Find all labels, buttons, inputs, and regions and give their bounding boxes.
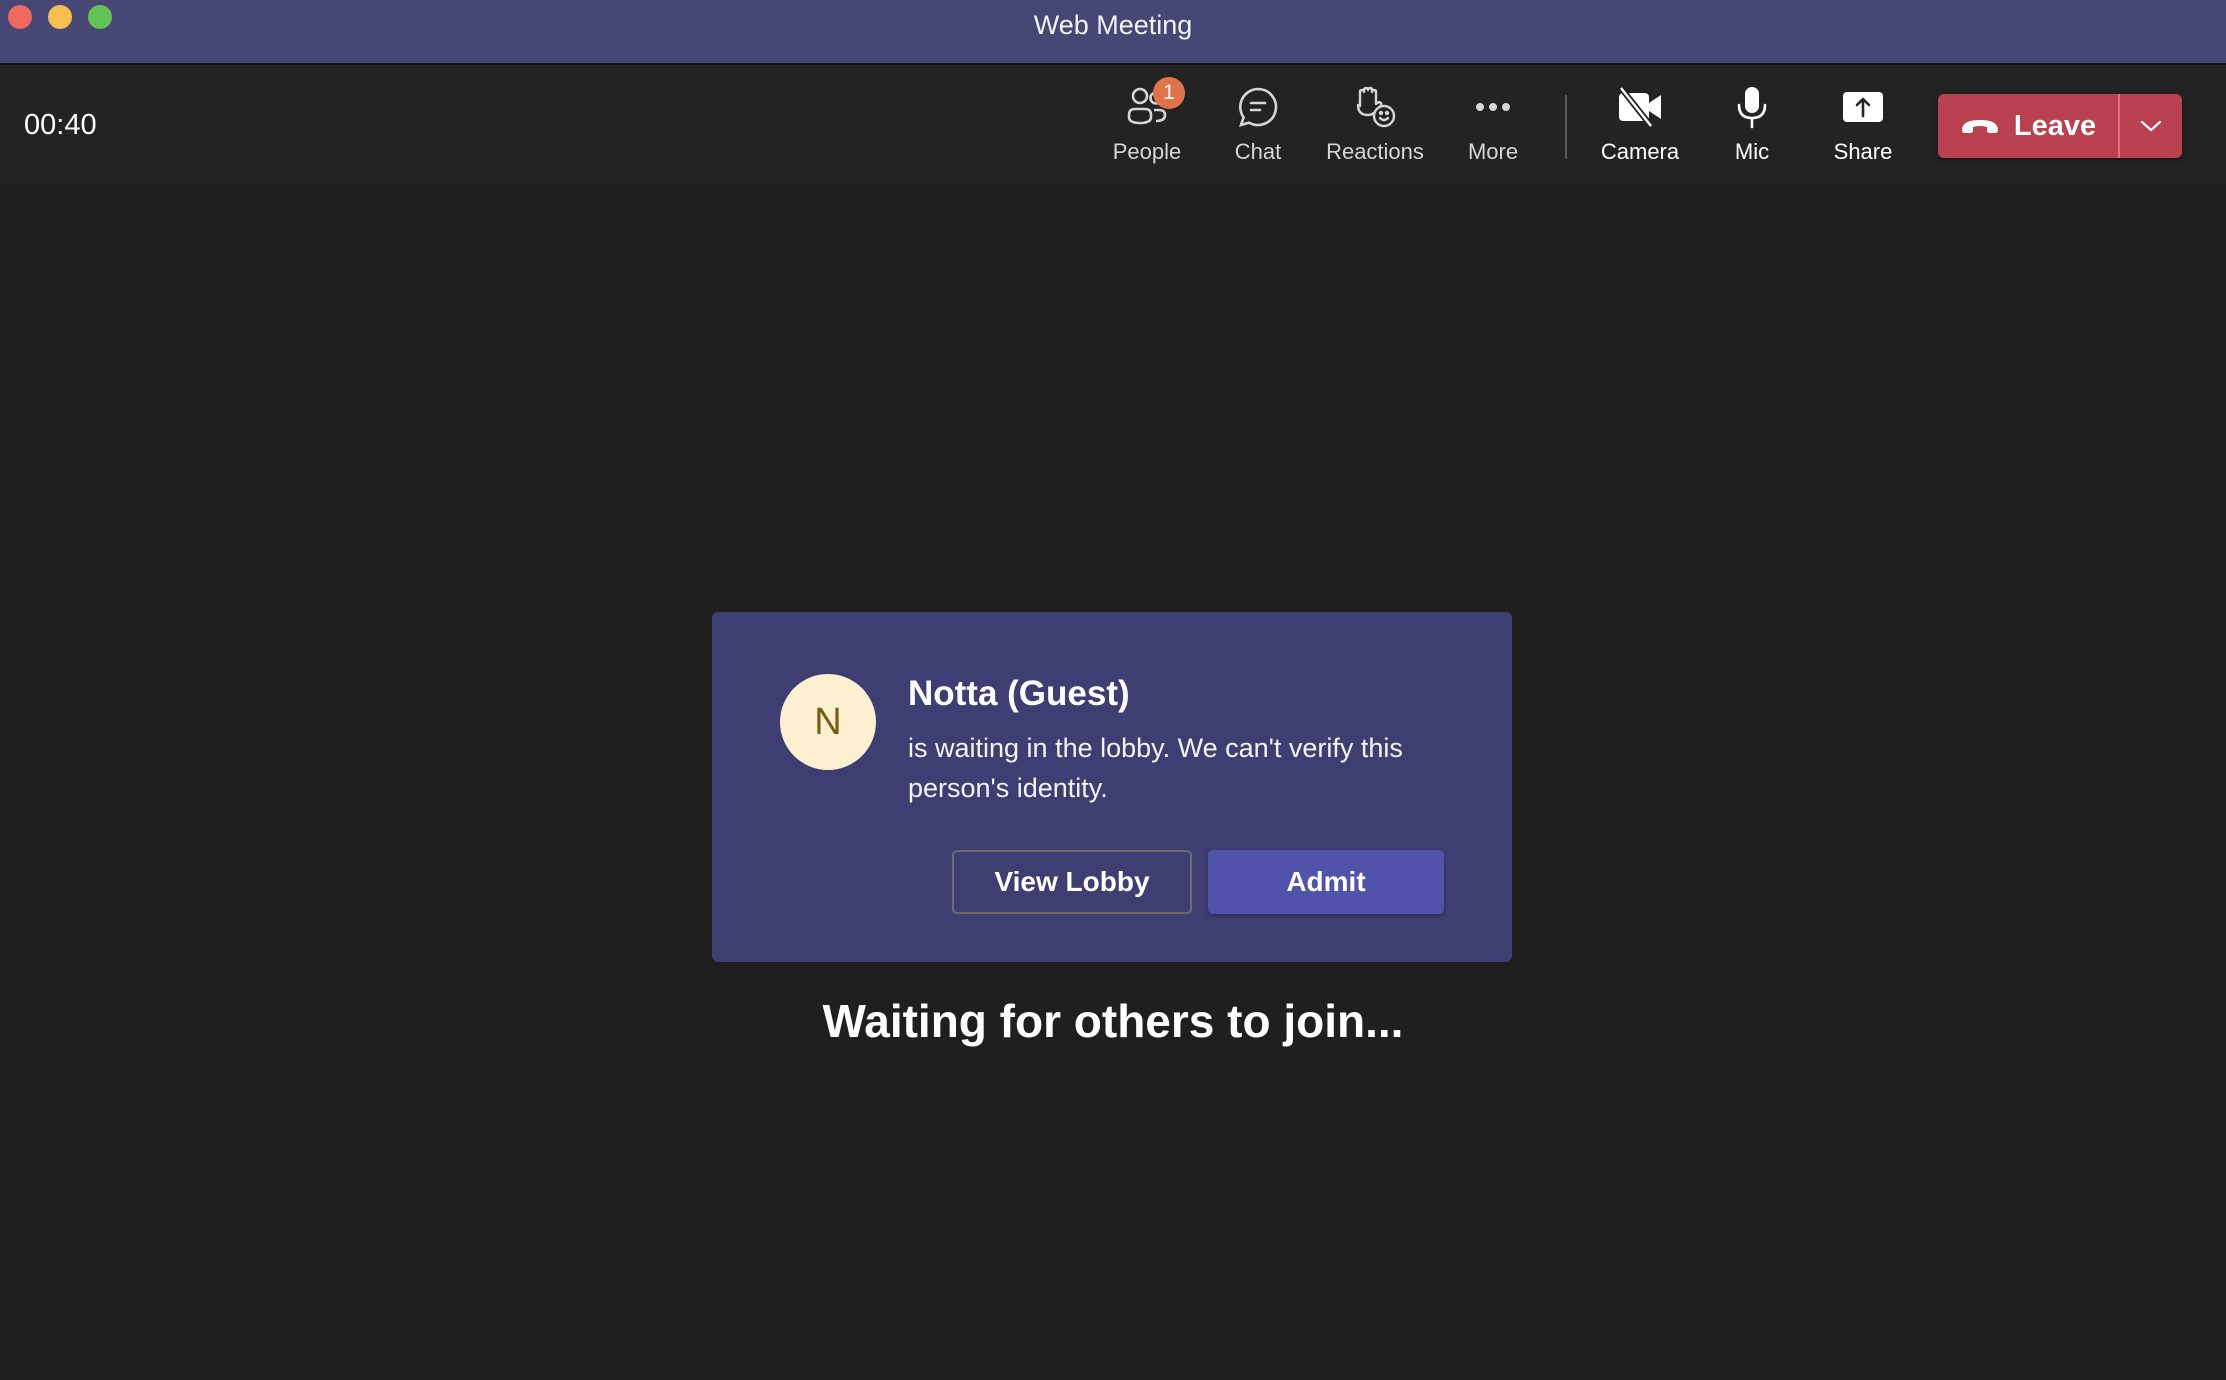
lobby-notification-card: N Notta (Guest) is waiting in the lobby.… — [712, 612, 1512, 962]
mic-label: Mic — [1734, 139, 1770, 164]
people-button[interactable]: 1 People — [1087, 77, 1207, 173]
guest-name: Notta (Guest) — [908, 674, 1130, 713]
camera-label: Camera — [1600, 139, 1680, 164]
camera-off-icon — [1616, 83, 1664, 131]
window-title: Web Meeting — [1033, 10, 1193, 40]
people-badge: 1 — [1153, 77, 1185, 109]
mic-button[interactable]: Mic — [1692, 83, 1812, 173]
share-button[interactable]: Share — [1803, 83, 1923, 173]
guest-avatar: N — [780, 674, 876, 770]
people-icon: 1 — [1123, 77, 1185, 131]
mic-icon — [1728, 83, 1776, 131]
reactions-label: Reactions — [1326, 139, 1424, 164]
camera-button[interactable]: Camera — [1580, 83, 1700, 173]
meeting-timer: 00:40 — [24, 109, 97, 141]
more-label: More — [1467, 139, 1519, 164]
leave-button-group: Leave — [1938, 94, 2182, 158]
more-icon — [1469, 83, 1517, 131]
hang-up-icon — [1961, 120, 1998, 133]
chat-button[interactable]: Chat — [1198, 83, 1318, 173]
admit-button[interactable]: Admit — [1208, 850, 1444, 914]
reactions-icon — [1351, 83, 1399, 131]
chevron-down-icon — [2140, 120, 2162, 132]
title-bar: Web Meeting — [0, 0, 2226, 65]
share-icon — [1839, 83, 1887, 131]
share-label: Share — [1833, 139, 1893, 164]
leave-label: Leave — [2013, 109, 2097, 142]
more-button[interactable]: More — [1433, 83, 1553, 173]
lobby-message: is waiting in the lobby. We can't verify… — [908, 733, 1403, 803]
meeting-toolbar: 00:40 1 People Chat Reactions More Camer… — [0, 65, 2226, 185]
leave-button[interactable]: Leave — [1938, 94, 2118, 158]
view-lobby-button[interactable]: View Lobby — [952, 850, 1192, 914]
people-label: People — [1112, 139, 1182, 164]
waiting-status: Waiting for others to join... — [822, 995, 1404, 1047]
leave-options-button[interactable] — [2120, 94, 2182, 158]
chat-icon — [1234, 83, 1282, 131]
reactions-button[interactable]: Reactions — [1315, 83, 1435, 173]
chat-label: Chat — [1234, 139, 1282, 164]
toolbar-divider — [1565, 95, 1567, 159]
